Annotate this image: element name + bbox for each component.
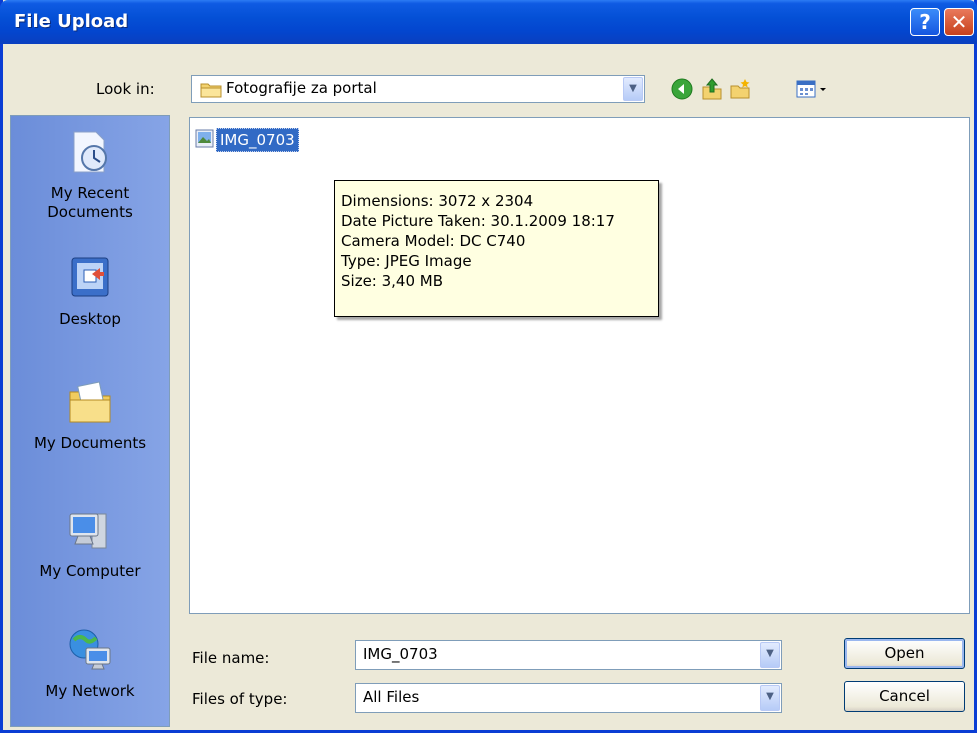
file-list[interactable]: IMG_0703 Dimensions: 3072 x 2304 Date Pi… — [189, 117, 970, 614]
tooltip-size: Size: 3,40 MB — [341, 272, 444, 290]
files-of-type-dropdown[interactable]: All Files ▼ — [355, 683, 782, 713]
place-desktop[interactable]: Desktop — [11, 254, 169, 329]
help-button[interactable]: ? — [910, 8, 940, 36]
place-my-network[interactable]: My Network — [11, 626, 169, 701]
look-in-label: Look in: — [96, 80, 155, 98]
my-network-icon — [69, 629, 111, 670]
place-label: My Network — [45, 682, 135, 700]
place-my-computer[interactable]: My Computer — [11, 506, 169, 581]
file-name-value: IMG_0703 — [363, 645, 438, 663]
file-name-label: File name: — [192, 649, 270, 667]
title-bar[interactable]: File Upload ? ✕ — [0, 0, 977, 44]
tooltip-camera-model: Camera Model: DC C740 — [341, 232, 526, 250]
place-my-documents[interactable]: My Documents — [11, 378, 169, 453]
chevron-down-icon[interactable]: ▼ — [760, 685, 780, 711]
my-computer-icon — [69, 513, 107, 549]
place-my-recent-documents[interactable]: My Recent Documents — [11, 128, 169, 222]
back-icon[interactable] — [671, 78, 693, 100]
files-of-type-label: Files of type: — [192, 690, 288, 708]
image-file-icon — [195, 129, 214, 148]
file-info-tooltip: Dimensions: 3072 x 2304 Date Picture Tak… — [334, 180, 659, 317]
places-bar: My Recent Documents Desktop My Documents — [10, 115, 170, 727]
place-label: My Documents — [33, 434, 147, 452]
up-folder-icon[interactable] — [701, 78, 723, 100]
file-upload-dialog: File Upload ? ✕ Look in: Fotografije za … — [0, 0, 977, 733]
file-name-input[interactable]: IMG_0703 ▼ — [355, 640, 782, 670]
file-name-label: IMG_0703 — [216, 128, 299, 152]
tooltip-dimensions: Dimensions: 3072 x 2304 — [341, 192, 534, 210]
place-label: Desktop — [59, 310, 121, 328]
views-menu-icon[interactable] — [796, 78, 830, 100]
look-in-value: Fotografije za portal — [226, 79, 377, 97]
window-title: File Upload — [14, 11, 129, 32]
place-label: Documents — [47, 203, 133, 221]
look-in-dropdown[interactable]: Fotografije za portal ▼ — [191, 75, 645, 103]
place-label: My Computer — [39, 562, 141, 580]
chevron-down-icon[interactable]: ▼ — [623, 77, 643, 101]
tooltip-type: Type: JPEG Image — [341, 252, 472, 270]
tooltip-date-taken: Date Picture Taken: 30.1.2009 18:17 — [341, 212, 615, 230]
close-button[interactable]: ✕ — [944, 8, 974, 36]
recent-documents-icon — [73, 131, 107, 173]
chevron-down-icon[interactable]: ▼ — [760, 642, 780, 668]
new-folder-icon[interactable] — [729, 78, 751, 100]
my-documents-icon — [69, 381, 111, 423]
folder-icon — [200, 83, 222, 98]
place-label: My Recent — [50, 184, 130, 202]
open-button[interactable]: Open — [844, 638, 965, 669]
files-of-type-value: All Files — [363, 688, 420, 706]
cancel-button[interactable]: Cancel — [844, 681, 965, 712]
desktop-icon — [71, 257, 109, 297]
